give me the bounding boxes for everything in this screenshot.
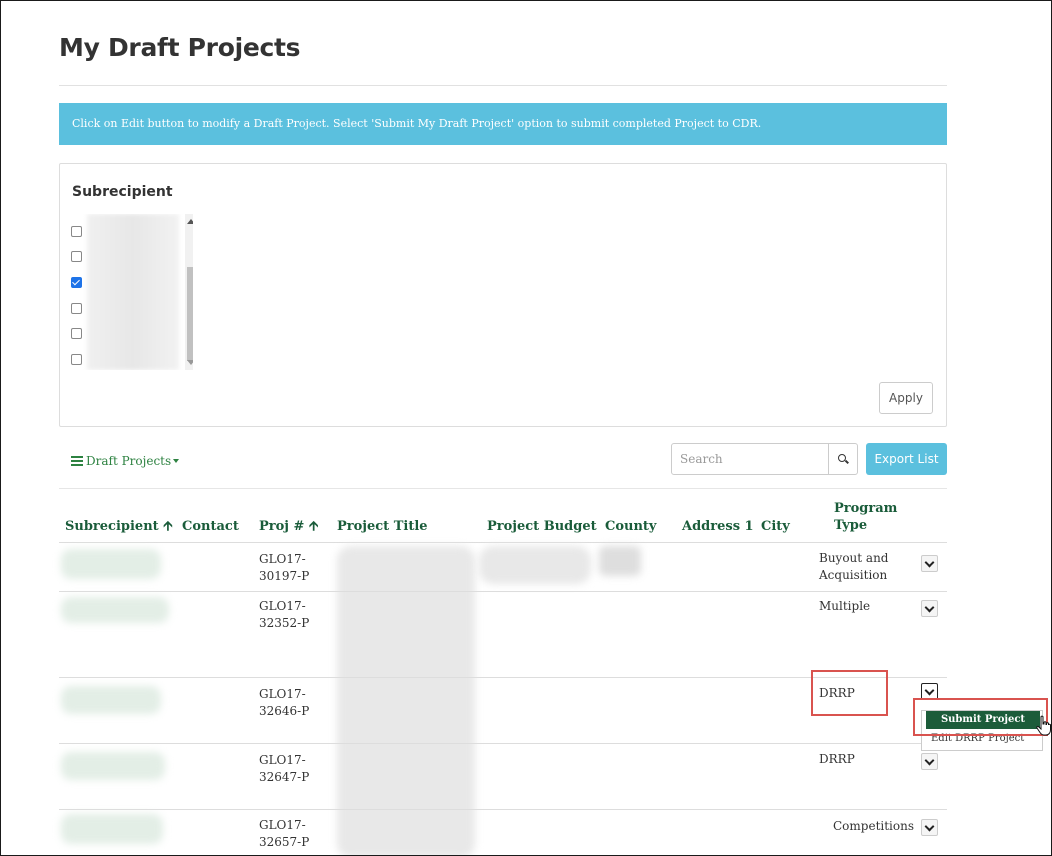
header-label-line1: Program [834,501,898,516]
column-header-address1[interactable]: Address 1 [682,518,754,535]
subrecipient-checkbox-list[interactable] [67,214,193,370]
search-button[interactable] [828,443,858,475]
search-input[interactable] [671,443,829,475]
list-icon [71,456,83,466]
subrecipient-checkbox[interactable] [71,303,82,314]
header-label: Proj # [259,519,305,534]
column-header-proj-no[interactable]: Proj # 🡩 [259,518,318,535]
highlight-submit-project [913,698,1048,736]
header-label-line2: Type [834,518,868,533]
table-cell-program-type: Buyout and Acquisition [819,550,888,584]
caret-down-icon [173,459,180,463]
draft-projects-view-dropdown[interactable]: Draft Projects [71,454,180,468]
header-label: Subrecipient [65,519,159,534]
filter-label: Subrecipient [72,184,173,200]
page-frame: My Draft Projects Click on Edit button t… [0,0,1052,856]
row-actions-dropdown[interactable] [921,555,938,572]
page-title: My Draft Projects [59,33,301,62]
row-divider [59,591,947,592]
redacted-county [599,546,641,576]
proj-no-line1: GLO17- [259,687,306,701]
redacted-project-budget [479,546,591,584]
export-list-button[interactable]: Export List [866,443,947,475]
proj-no-line2: 32352-P [259,616,310,630]
redacted-subrecipient-names [87,214,179,370]
proj-no-line2: 32657-P [259,835,310,849]
table-cell-proj-no: GLO17- 32647-P [259,752,309,786]
row-actions-dropdown[interactable] [921,600,938,617]
redacted-subrecipient [61,549,161,579]
program-line1: Buyout and [819,551,889,565]
proj-no-line2: 32647-P [259,770,310,784]
program-line2: Acquisition [819,568,888,582]
redacted-subrecipient [61,597,169,623]
column-header-project-budget[interactable]: Project Budget [487,518,597,535]
header-divider [59,542,947,543]
highlight-program-type [811,670,888,716]
column-header-subrecipient[interactable]: Subrecipient 🡩 [65,518,173,535]
subrecipient-checkbox[interactable] [71,328,82,339]
proj-no-line2: 32646-P [259,704,310,718]
subrecipient-checkbox-checked[interactable] [71,277,82,288]
table-cell-proj-no: GLO17- 32352-P [259,598,309,632]
table-cell-program-type: Multiple [819,599,871,613]
sort-up-icon: 🡩 [308,519,319,534]
table-cell-program-type: DRRP [819,752,855,766]
table-cell-program-type: Competitions [833,819,914,833]
row-divider [59,743,947,744]
column-header-program-type[interactable]: Program Type [834,500,897,534]
scrollbar-thumb[interactable] [187,267,193,361]
scroll-up-icon[interactable] [187,219,193,224]
proj-no-line1: GLO17- [259,753,306,767]
column-header-city[interactable]: City [761,518,790,535]
redacted-subrecipient [61,814,163,844]
column-header-project-title[interactable]: Project Title [337,518,428,535]
subrecipient-filter-panel: Subrecipient Apply [59,163,947,427]
apply-button[interactable]: Apply [879,382,933,414]
subrecipient-checkbox[interactable] [71,226,82,237]
row-actions-dropdown[interactable] [921,753,938,770]
table-cell-proj-no: GLO17- 32657-P [259,817,309,851]
proj-no-line2: 30197-P [259,569,310,583]
checkbox-list-scrollbar[interactable] [185,214,193,370]
sort-up-icon: 🡩 [163,519,173,534]
toolbar-divider [59,488,947,489]
proj-no-line1: GLO17- [259,552,306,566]
hand-cursor-icon [1036,715,1051,736]
subrecipient-checkbox[interactable] [71,354,82,365]
table-cell-proj-no: GLO17- 32646-P [259,686,309,720]
view-label: Draft Projects [86,454,172,468]
table-cell-proj-no: GLO17- 30197-P [259,551,309,585]
title-divider [59,85,947,86]
redacted-subrecipient [61,752,165,780]
subrecipient-checkbox[interactable] [71,251,82,262]
info-banner: Click on Edit button to modify a Draft P… [59,103,947,145]
scroll-down-icon[interactable] [187,360,193,365]
proj-no-line1: GLO17- [259,818,306,832]
proj-no-line1: GLO17- [259,599,306,613]
row-divider [59,809,947,810]
search-icon-handle [845,459,849,464]
column-header-county[interactable]: County [605,518,656,535]
row-actions-dropdown[interactable] [921,819,938,836]
column-header-contact[interactable]: Contact [182,518,239,535]
redacted-subrecipient [61,686,161,714]
